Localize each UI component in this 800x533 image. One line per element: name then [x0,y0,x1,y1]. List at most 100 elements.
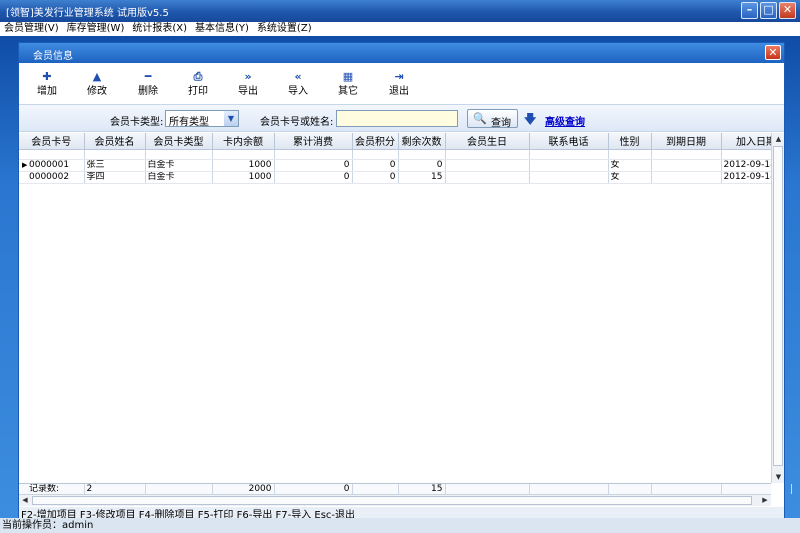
cell-birthday[interactable] [445,171,530,184]
plus-icon: ✚ [42,70,52,83]
cell-gender[interactable]: 女 [608,159,652,172]
col-gender[interactable]: 性别 [608,133,652,150]
print-button[interactable]: ⎙ 打印 [176,70,220,98]
summary-cell [445,484,530,494]
menu-system-settings[interactable]: 系统设置(Z) [253,22,316,36]
delete-label: 删除 [138,86,158,97]
down-arrow-icon: 🡇 [524,112,537,126]
col-birthday[interactable]: 会员生日 [445,133,530,150]
menu-statistics-reports[interactable]: 统计报表(X) [128,22,191,36]
table-row[interactable]: 0000002 李四 白金卡 1000 0 0 15 女 2012-09-18 … [19,171,771,184]
col-join-date[interactable]: 加入日期 [721,133,771,150]
card-type-select[interactable]: 所有类型 ▼ [165,110,239,128]
close-button[interactable]: ✕ [779,2,796,19]
search-icon: 🔍 [473,112,487,125]
cell-join-date[interactable]: 2012-09-18 15 [721,159,771,172]
add-button[interactable]: ✚ 增加 [25,70,69,98]
table-row[interactable]: ▶ 0000001 张三 白金卡 1000 0 0 0 女 2012-09-18 … [19,159,771,172]
cell-balance[interactable]: 1000 [212,171,275,184]
scroll-up-icon[interactable]: ▲ [773,133,784,145]
filter-cell[interactable] [398,149,446,160]
col-member-name[interactable]: 会员姓名 [84,133,146,150]
cell-expiry[interactable] [651,159,722,172]
summary-cell [352,484,399,494]
double-right-icon: » [244,70,252,83]
vertical-scroll-thumb[interactable] [773,146,783,466]
cell-remaining[interactable]: 0 [398,159,446,172]
summary-row: 记录数: 2 2000 0 15 [19,483,792,494]
scroll-left-icon[interactable]: ◀ [19,495,31,506]
member-grid: 会员卡号 会员姓名 会员卡类型 卡内余额 累计消费 会员积分 剩余次数 会员生日… [19,133,771,483]
filter-cell[interactable] [145,149,213,160]
cell-total-spend[interactable]: 0 [274,171,353,184]
filter-cell[interactable] [445,149,530,160]
scroll-right-icon[interactable]: ▶ [759,495,771,506]
summary-balance-total: 2000 [212,484,275,494]
edit-button[interactable]: ▲ 修改 [75,70,119,98]
cell-card-type[interactable]: 白金卡 [145,171,213,184]
exit-door-icon: ⇥ [394,70,404,83]
cell-join-date[interactable]: 2012-09-18 15 [721,171,771,184]
advanced-query-link[interactable]: 高级查询 [545,113,585,128]
search-input[interactable] [336,110,458,127]
cell-phone[interactable] [529,171,609,184]
cell-member-name[interactable]: 张三 [84,159,146,172]
menubar: 会员管理(V) 库存管理(W) 统计报表(X) 基本信息(Y) 系统设置(Z) [0,22,800,36]
filter-cell[interactable] [651,149,722,160]
cell-card-number[interactable]: ▶ 0000001 [19,159,85,172]
cell-card-number[interactable]: 0000002 [19,171,85,184]
col-points[interactable]: 会员积分 [352,133,399,150]
col-remaining[interactable]: 剩余次数 [398,133,446,150]
printer-icon: ⎙ [193,70,203,83]
summary-spend-total: 0 [274,484,353,494]
horizontal-scroll-thumb[interactable] [32,496,752,505]
menu-basic-info[interactable]: 基本信息(Y) [191,22,253,36]
menu-inventory-management[interactable]: 库存管理(W) [63,22,129,36]
menu-member-management[interactable]: 会员管理(V) [0,22,63,36]
filter-cell[interactable] [19,149,85,160]
delete-button[interactable]: ━ 删除 [126,70,170,98]
filter-cell[interactable] [529,149,609,160]
dialog-titlebar: 会员信息 ✕ [19,43,784,63]
cell-total-spend[interactable]: 0 [274,159,353,172]
col-total-spend[interactable]: 累计消费 [274,133,353,150]
cell-balance[interactable]: 1000 [212,159,275,172]
exit-button[interactable]: ⇥ 退出 [377,70,421,98]
filter-cell[interactable] [721,149,771,160]
maximize-button[interactable]: □ [760,2,777,19]
filter-cell[interactable] [274,149,353,160]
cell-points[interactable]: 0 [352,171,399,184]
dialog-close-button[interactable]: ✕ [765,45,781,60]
status-bar: 当前操作员：admin [0,518,800,533]
filter-cell[interactable] [212,149,275,160]
col-expiry[interactable]: 到期日期 [651,133,722,150]
col-balance[interactable]: 卡内余额 [212,133,275,150]
filter-cell[interactable] [84,149,146,160]
cell-remaining[interactable]: 15 [398,171,446,184]
cell-phone[interactable] [529,159,609,172]
filter-cell[interactable] [352,149,399,160]
cell-card-type[interactable]: 白金卡 [145,159,213,172]
import-button[interactable]: « 导入 [276,70,320,98]
col-card-type[interactable]: 会员卡类型 [145,133,213,150]
cell-expiry[interactable] [651,171,722,184]
horizontal-scrollbar[interactable]: ◀ ▶ [19,494,771,506]
search-label: 会员卡号或姓名: [260,117,334,128]
cell-birthday[interactable] [445,159,530,172]
filter-cell[interactable] [608,149,652,160]
toolbar: ✚ 增加 ▲ 修改 ━ 删除 ⎙ 打印 » 导出 « 导入 ▦ 其它 ⇥ 退出 [19,63,784,103]
other-button[interactable]: ▦ 其它 [326,70,370,98]
col-card-number[interactable]: 会员卡号 [19,133,85,150]
import-label: 导入 [288,86,308,97]
minimize-button[interactable]: – [741,2,758,19]
minus-icon: ━ [144,70,152,83]
scroll-down-icon[interactable]: ▼ [773,471,784,483]
cell-gender[interactable]: 女 [608,171,652,184]
cell-member-name[interactable]: 李四 [84,171,146,184]
summary-remaining-total: 15 [398,484,446,494]
export-button[interactable]: » 导出 [226,70,270,98]
col-phone[interactable]: 联系电话 [529,133,609,150]
vertical-scrollbar[interactable]: ▲ ▼ [771,133,784,483]
query-button[interactable]: 🔍 查询 [467,109,518,129]
cell-points[interactable]: 0 [352,159,399,172]
